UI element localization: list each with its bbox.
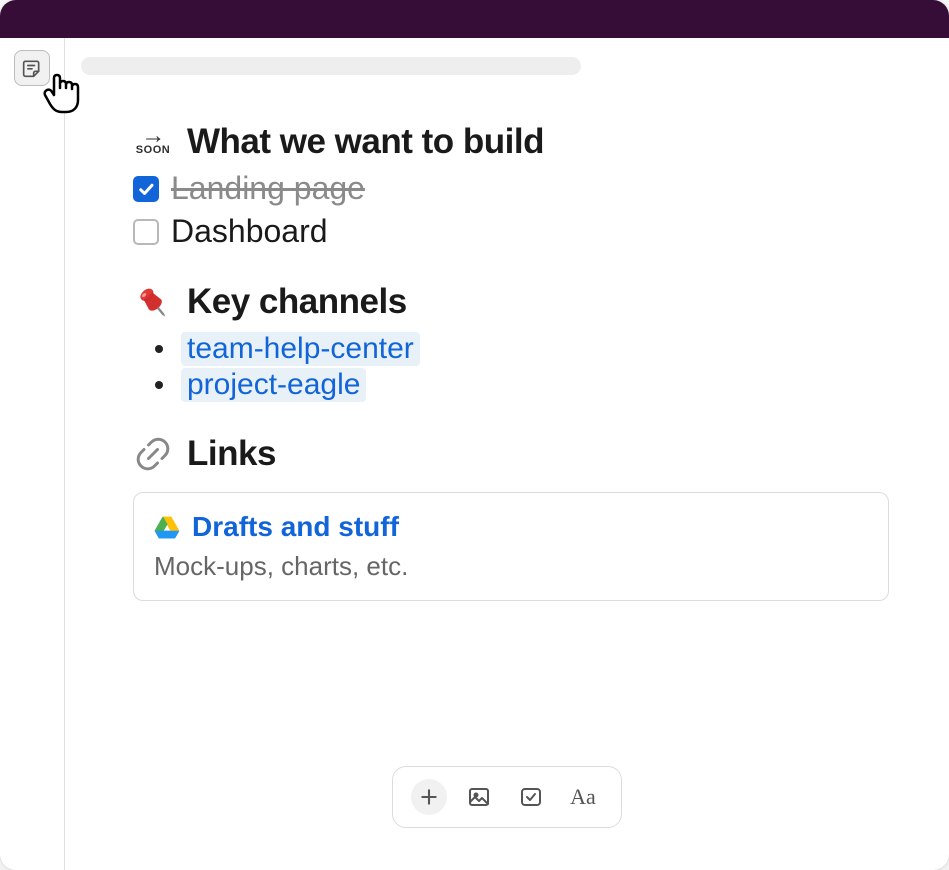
canvas-title-input[interactable] [81,57,581,75]
heading-channels: Key channels [133,282,889,322]
link-card-drafts[interactable]: Drafts and stuff Mock-ups, charts, etc. [133,492,889,601]
main-content-area: → SOON What we want to build Landing pag… [65,38,949,870]
checkbox-unchecked-icon[interactable] [133,219,159,245]
checklist-icon [519,785,543,809]
insert-image-button[interactable] [459,777,499,817]
text-format-icon: Aa [570,784,596,810]
checklist-item-dashboard[interactable]: Dashboard [133,213,889,250]
channel-list: team-help-center project-eagle [155,332,889,402]
checklist-label: Landing page [171,170,365,207]
link-card-subtitle: Mock-ups, charts, etc. [154,551,868,582]
heading-build-text: What we want to build [187,122,544,162]
soon-icon: → SOON [133,122,173,162]
list-item: project-eagle [155,368,889,402]
formatting-toolbar: Aa [392,766,622,828]
insert-checklist-button[interactable] [511,777,551,817]
channel-link-project-eagle[interactable]: project-eagle [181,368,366,402]
heading-links: Links [133,434,889,474]
window-titlebar [0,0,949,38]
text-formatting-button[interactable]: Aa [563,777,603,817]
checkbox-checked-icon[interactable] [133,176,159,202]
heading-links-text: Links [187,434,276,474]
link-card-title-row: Drafts and stuff [154,511,868,543]
note-icon [22,58,42,78]
bullet-icon [155,381,163,389]
bullet-icon [155,345,163,353]
checklist-item-landing-page[interactable]: Landing page [133,170,889,207]
google-drive-icon [154,515,180,539]
heading-channels-text: Key channels [187,282,407,322]
canvas-content[interactable]: → SOON What we want to build Landing pag… [65,94,949,601]
plus-icon [419,787,439,807]
link-card-title: Drafts and stuff [192,511,399,543]
list-item: team-help-center [155,332,889,366]
link-icon [133,434,173,474]
canvas-header [65,38,949,94]
window-body: → SOON What we want to build Landing pag… [0,38,949,870]
heading-build: → SOON What we want to build [133,122,889,162]
new-note-button[interactable] [14,50,50,86]
add-content-button[interactable] [411,779,447,815]
image-icon [467,785,491,809]
pushpin-icon [133,282,173,322]
sidebar [0,38,65,870]
canvas-window: → SOON What we want to build Landing pag… [0,0,949,870]
checklist-label: Dashboard [171,213,328,250]
channel-link-team-help-center[interactable]: team-help-center [181,332,420,366]
